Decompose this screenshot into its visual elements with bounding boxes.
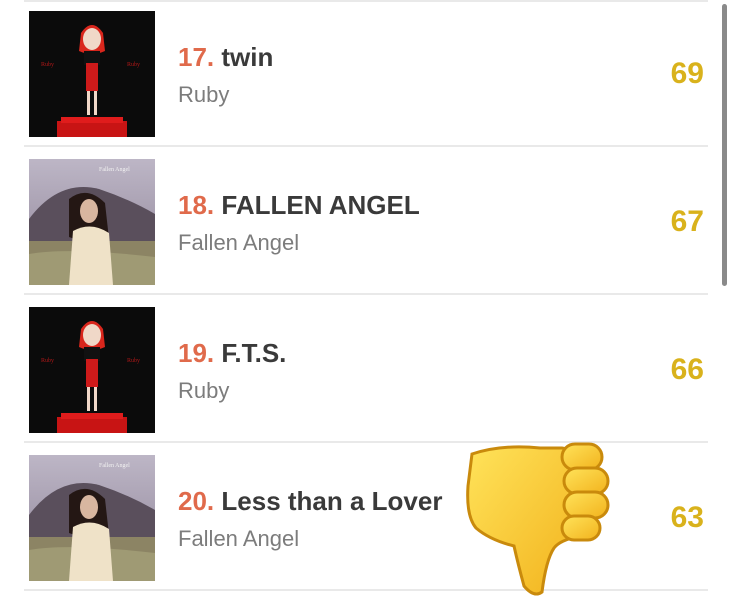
- track-rank: 18.: [178, 190, 215, 220]
- divider: [24, 293, 708, 295]
- track-title: twin: [221, 42, 274, 72]
- track-title-line: 17. twin: [178, 42, 273, 73]
- track-rank: 20.: [178, 486, 215, 516]
- track-title-line: 20. Less than a Lover: [178, 486, 442, 517]
- track-rank: 19.: [178, 338, 215, 368]
- album-name: Fallen Angel: [178, 526, 300, 551]
- album-cover-ruby: Ruby Ruby: [29, 11, 155, 137]
- track-score: 66: [670, 353, 704, 386]
- track-rank: 17.: [178, 42, 215, 72]
- track-title: FALLEN ANGEL: [221, 190, 420, 220]
- album-name: Ruby: [178, 378, 230, 403]
- album-cover-fallen-angel: Fallen Angel: [29, 455, 155, 581]
- track-score: 63: [670, 501, 704, 534]
- svg-text:Ruby: Ruby: [41, 358, 54, 364]
- divider: [24, 145, 708, 147]
- track-title-line: 19. F.T.S.: [178, 338, 286, 369]
- track-score: 67: [670, 205, 704, 238]
- album-cover-fallen-angel: Fallen Angel: [29, 159, 155, 285]
- album-name: Ruby: [178, 82, 230, 107]
- album-cover-ruby: Ruby Ruby: [29, 307, 155, 433]
- album-name: Fallen Angel: [178, 230, 300, 255]
- list-item[interactable]: Ruby Ruby 17. twin Ruby 69: [0, 0, 708, 147]
- scrollbar[interactable]: [722, 4, 727, 286]
- svg-text:Ruby: Ruby: [127, 358, 140, 364]
- list-item[interactable]: Fallen Angel 18. FALLEN ANGEL Fallen Ang…: [0, 148, 708, 295]
- thumbs-down-icon: [462, 436, 622, 596]
- svg-text:Fallen Angel: Fallen Angel: [99, 167, 130, 173]
- track-title-line: 18. FALLEN ANGEL: [178, 190, 420, 221]
- svg-text:Ruby: Ruby: [41, 62, 54, 68]
- track-title: F.T.S.: [221, 338, 287, 368]
- svg-text:Fallen Angel: Fallen Angel: [99, 463, 130, 469]
- svg-text:Ruby: Ruby: [127, 62, 140, 68]
- list-item[interactable]: Ruby Ruby 19. F.T.S. Ruby 66: [0, 296, 708, 443]
- track-title: Less than a Lover: [221, 486, 443, 516]
- track-score: 69: [670, 57, 704, 90]
